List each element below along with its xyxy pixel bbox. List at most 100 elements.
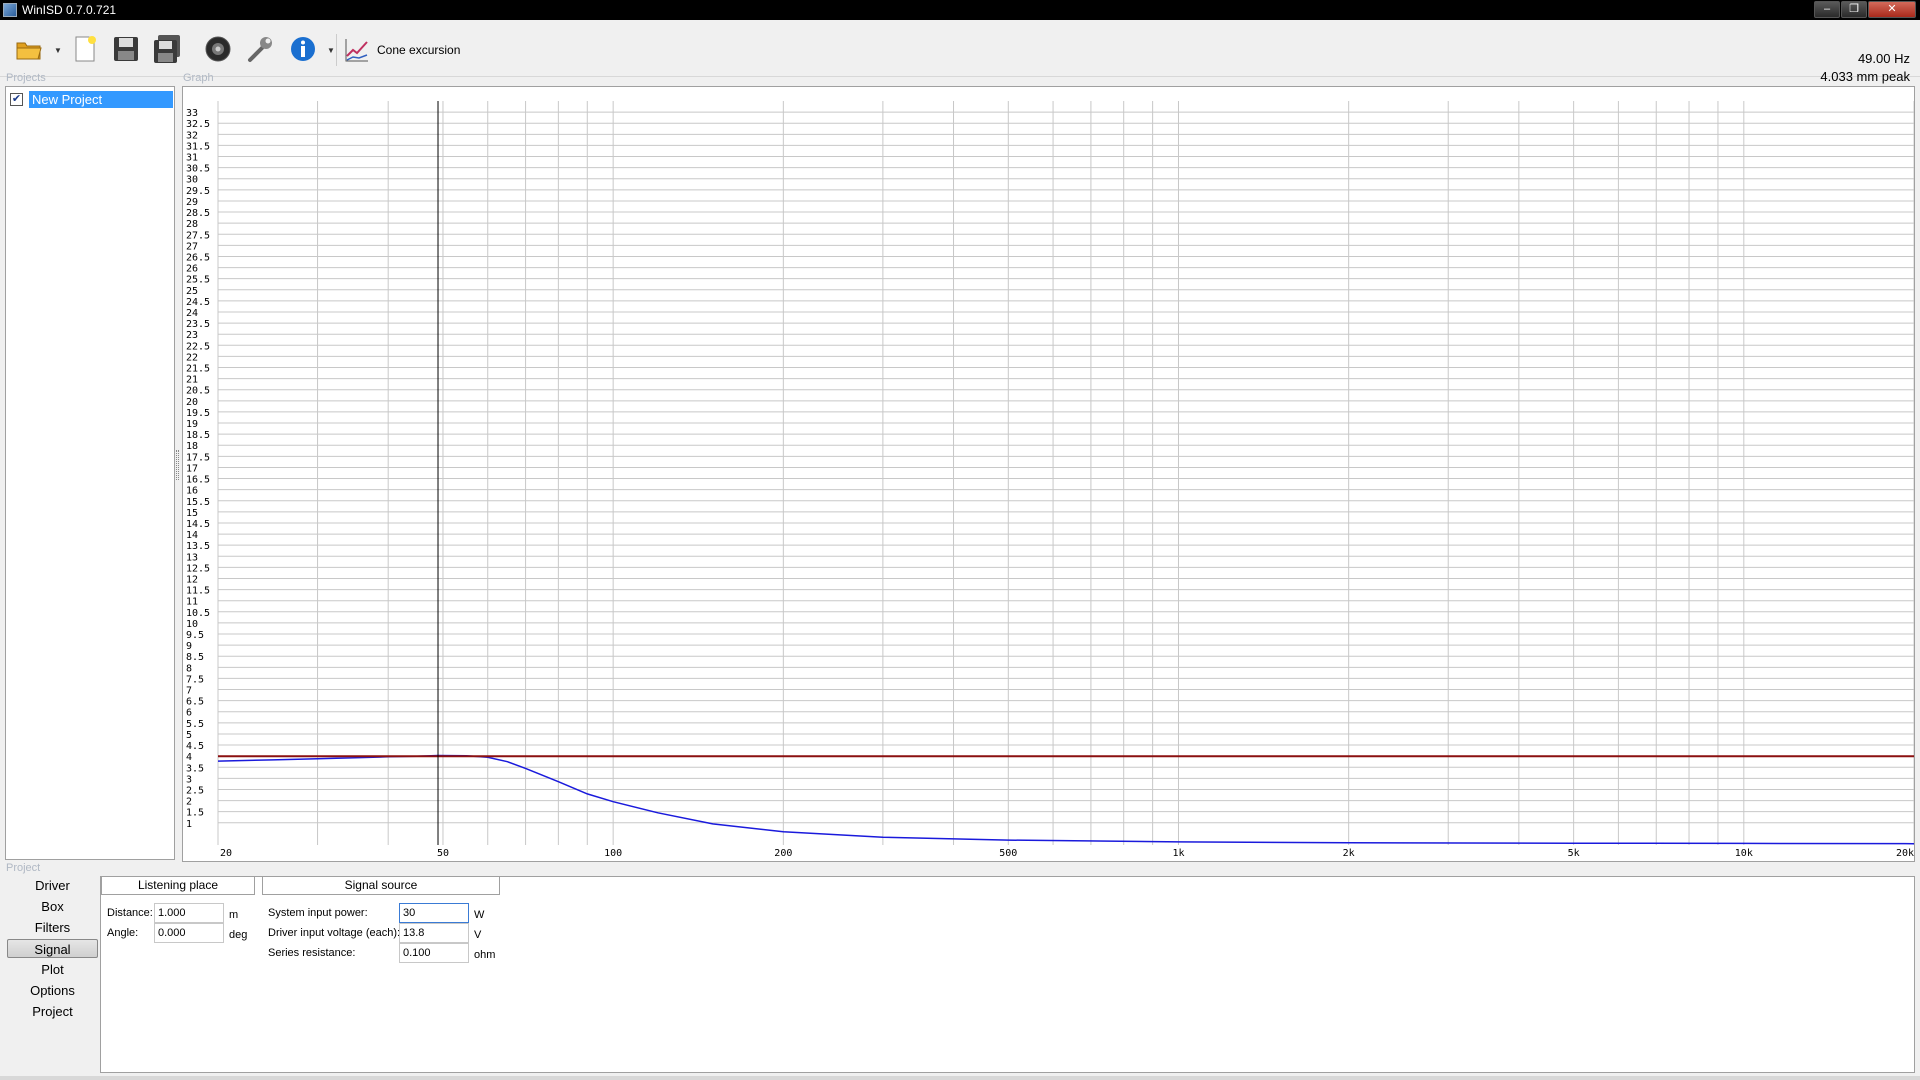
nav-options[interactable]: Options [7, 981, 98, 1000]
driver-input-voltage-label: Driver input voltage (each): [268, 927, 401, 939]
y-tick-label: 4 [186, 752, 192, 763]
distance-unit: m [229, 909, 239, 921]
system-input-power-unit: W [474, 909, 485, 921]
y-tick-label: 22 [186, 352, 198, 363]
open-dropdown-arrow[interactable]: ▼ [54, 46, 62, 55]
save-all-button[interactable] [150, 32, 184, 66]
app-icon [3, 3, 17, 17]
cone-excursion-chart[interactable]: 11.522.533.544.555.566.577.588.599.51010… [183, 87, 1914, 861]
window-title: WinISD 0.7.0.721 [22, 3, 117, 17]
driver-input-voltage-input[interactable] [399, 923, 469, 943]
y-tick-label: 8 [186, 663, 192, 674]
y-tick-label: 4.5 [186, 741, 204, 752]
panel-splitter[interactable] [176, 450, 179, 480]
toolbar: ▼ ▼ Cone excursion 49.00 Hz 4.033 mm pea… [0, 20, 1920, 84]
tab-signal-source[interactable]: Signal source [262, 877, 500, 895]
x-tick-label: 200 [774, 848, 792, 859]
y-tick-label: 12 [186, 574, 198, 585]
projects-tree: ✔ New Project [5, 86, 175, 860]
y-tick-label: 23 [186, 330, 198, 341]
series-line-excursion [217, 754, 1914, 845]
y-tick-label: 11.5 [186, 586, 210, 597]
projects-group-label: Projects [6, 72, 46, 84]
y-tick-label: 19 [186, 419, 198, 430]
nav-signal[interactable]: Signal [7, 939, 98, 958]
y-tick-label: 17.5 [186, 452, 210, 463]
new-project-button[interactable] [68, 32, 102, 66]
y-tick-label: 19.5 [186, 408, 210, 419]
x-tick-label: 500 [999, 848, 1017, 859]
y-tick-label: 27.5 [186, 230, 210, 241]
y-tick-label: 23.5 [186, 319, 210, 330]
info-dropdown-arrow[interactable]: ▼ [327, 46, 335, 55]
project-name[interactable]: New Project [29, 90, 173, 108]
y-tick-label: 26 [186, 264, 198, 275]
system-input-power-label: System input power: [268, 907, 368, 919]
tab-listening-place[interactable]: Listening place [101, 877, 255, 895]
y-tick-label: 14 [186, 530, 198, 541]
save-button[interactable] [109, 32, 143, 66]
distance-input[interactable] [154, 903, 224, 923]
x-tick-label: 20 [220, 848, 232, 859]
angle-input[interactable] [154, 923, 224, 943]
nav-filters[interactable]: Filters [7, 918, 98, 937]
chart-icon [345, 39, 368, 62]
info-button[interactable] [286, 32, 320, 66]
driver-speaker-icon [205, 36, 231, 62]
info-icon [291, 37, 315, 61]
y-tick-label: 2 [186, 797, 192, 808]
y-tick-label: 3 [186, 774, 192, 785]
y-tick-label: 20 [186, 397, 198, 408]
save-all-icon [154, 35, 180, 63]
nav-plot[interactable]: Plot [7, 960, 98, 979]
y-tick-label: 1 [186, 819, 192, 830]
y-tick-label: 8.5 [186, 652, 204, 663]
nav-box[interactable]: Box [7, 897, 98, 916]
system-input-power-input[interactable] [399, 903, 469, 923]
y-tick-label: 10.5 [186, 608, 210, 619]
y-tick-label: 26.5 [186, 252, 210, 263]
minimize-button[interactable]: ‒ [1814, 1, 1840, 18]
series-resistance-unit: ohm [474, 949, 496, 961]
y-tick-label: 3.5 [186, 763, 204, 774]
series-resistance-input[interactable] [399, 943, 469, 963]
readout-frequency: 49.00 Hz [1857, 51, 1910, 66]
close-button[interactable]: ✕ [1868, 1, 1916, 18]
settings-button[interactable] [243, 32, 277, 66]
y-tick-label: 30.5 [186, 164, 210, 175]
y-tick-label: 29.5 [186, 186, 210, 197]
save-icon [114, 37, 138, 61]
nav-driver[interactable]: Driver [7, 876, 98, 895]
open-project-button[interactable] [12, 32, 46, 66]
signal-properties-panel: Listening place Signal source Distance: … [100, 876, 1915, 1073]
readout-value: 4.033 mm peak [1820, 69, 1910, 84]
y-tick-label: 32.5 [186, 119, 210, 130]
x-tick-label: 100 [604, 848, 622, 859]
y-tick-label: 27 [186, 241, 198, 252]
graph-group-label: Graph [183, 72, 214, 84]
y-tick-label: 11 [186, 597, 198, 608]
y-tick-label: 21.5 [186, 364, 210, 375]
y-tick-label: 10 [186, 619, 198, 630]
distance-label: Distance: [107, 907, 153, 919]
series-resistance-label: Series resistance: [268, 947, 356, 959]
project-visible-checkbox[interactable]: ✔ [10, 92, 23, 106]
y-tick-label: 20.5 [186, 386, 210, 397]
maximize-button[interactable]: ❐ [1841, 1, 1867, 18]
driver-editor-button[interactable] [201, 32, 235, 66]
nav-project[interactable]: Project [7, 1002, 98, 1021]
y-tick-label: 5 [186, 730, 192, 741]
project-tree-item[interactable]: ✔ New Project [10, 90, 173, 108]
graph-type-label: Cone excursion [377, 43, 461, 57]
y-tick-label: 14.5 [186, 519, 210, 530]
cursor-readout: 49.00 Hz 4.033 mm peak [1820, 50, 1910, 86]
y-tick-label: 2.5 [186, 785, 204, 796]
y-tick-label: 12.5 [186, 563, 210, 574]
graph-type-button[interactable]: Cone excursion [343, 34, 460, 66]
graph-panel[interactable]: 1 1.5 2 2.5 3 3.5 4 4.5 5 5.5 6 6.5 7 7.5 8 8.5 9 9.5 10 10… [182, 86, 1915, 862]
y-tick-label: 30 [186, 175, 198, 186]
angle-unit: deg [229, 929, 248, 941]
y-tick-label: 24 [186, 308, 198, 319]
y-tick-label: 25.5 [186, 275, 210, 286]
y-tick-label: 31 [186, 153, 198, 164]
